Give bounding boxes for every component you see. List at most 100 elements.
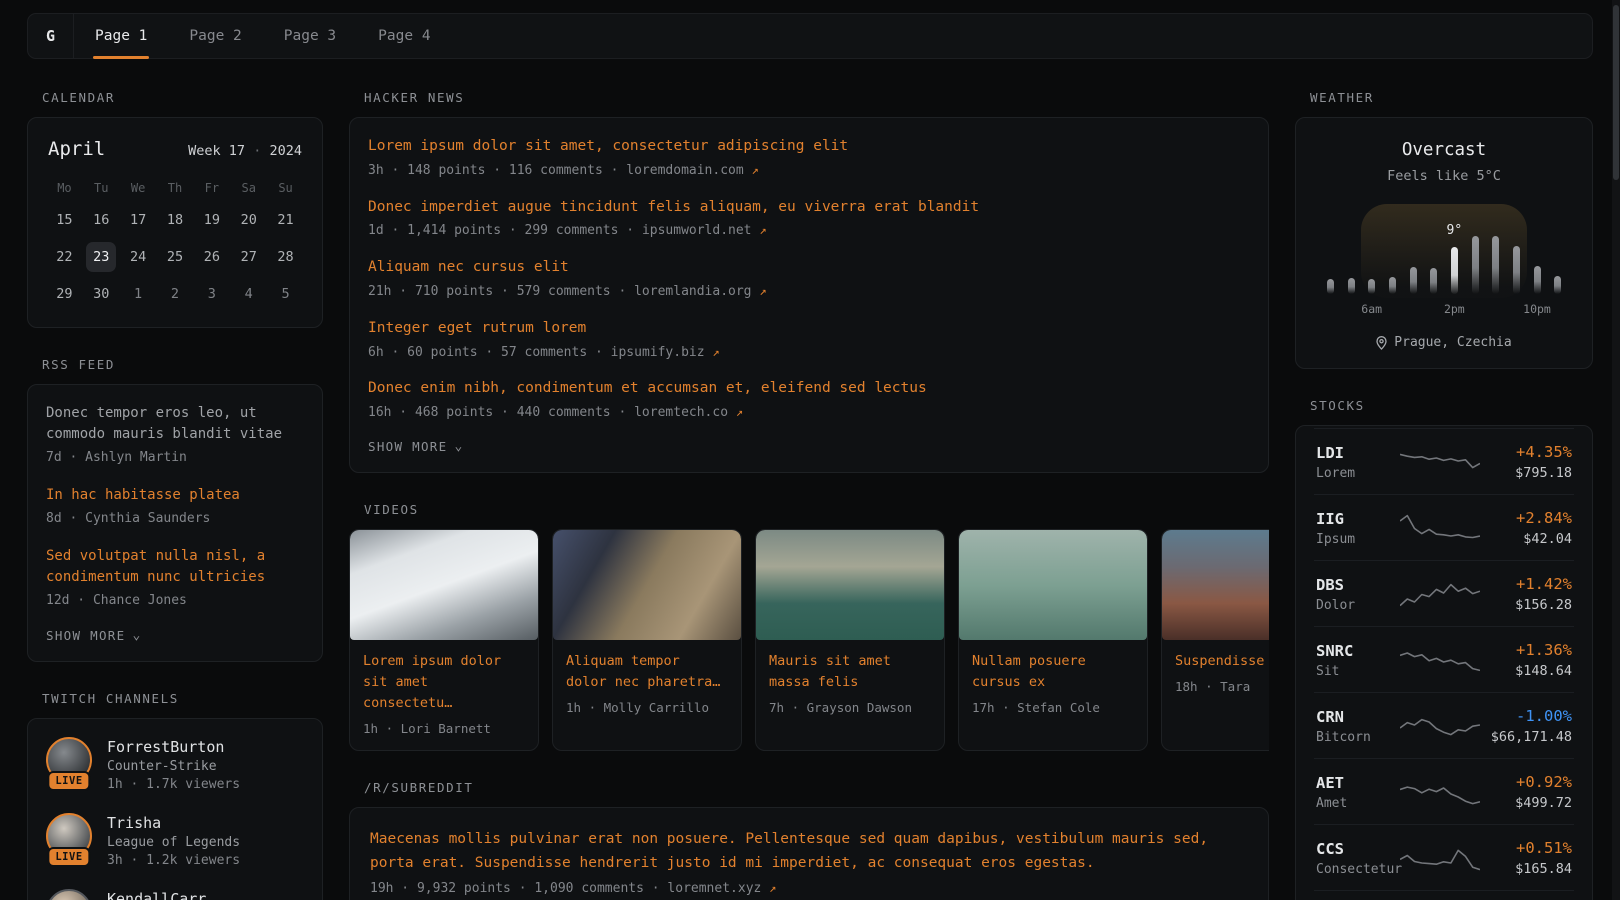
stock-row[interactable]: IIG Ipsum +2.84% $42.04 — [1314, 494, 1574, 560]
video-info: Aliquam tempor dolor nec pharetra… 1h · … — [553, 640, 741, 729]
hn-item-stats: 21h · 710 points · 579 comments · — [368, 284, 634, 299]
video-card[interactable]: Nullam posuere cursus ex 17h · Stefan Co… — [958, 529, 1148, 751]
hn-item-link[interactable]: Lorem ipsum dolor sit amet, consectetur … — [368, 136, 1250, 158]
video-card[interactable]: Suspendisse diam 18h · Tara — [1161, 529, 1269, 751]
page-tab[interactable]: Page 1 — [74, 14, 168, 58]
calendar-day: 16 — [86, 205, 116, 235]
weather-hour-slot — [1361, 279, 1382, 294]
stocks-section: STOCKS LDI Lorem +4.35% $795.18 — [1295, 398, 1593, 900]
calendar-day: 29 — [49, 279, 79, 309]
weather-bar — [1430, 268, 1437, 294]
stock-symbol: IIG — [1316, 510, 1400, 528]
stock-row[interactable]: CCS Consectetur +0.51% $165.84 — [1314, 824, 1574, 890]
hn-item-domain-link[interactable]: loremtech.co ↗ — [634, 405, 743, 420]
hn-item-domain-link[interactable]: loremlandia.org ↗ — [634, 284, 766, 299]
video-thumbnail — [756, 530, 944, 640]
twitch-channel[interactable]: LIVE ForrestBurton Counter-Strike 1h · 1… — [46, 737, 304, 792]
channel-name: ForrestBurton — [107, 738, 240, 756]
show-more-label: SHOW MORE — [46, 628, 125, 643]
stock-symbol: SNRC — [1316, 642, 1400, 660]
hn-item-domain-link[interactable]: ipsumify.biz ↗ — [611, 345, 720, 360]
twitch-channel[interactable]: LIVE KendallCarr — [46, 889, 304, 900]
channel-info: Trisha League of Legends 3h · 1.2k viewe… — [107, 813, 240, 868]
stock-row[interactable]: AHS +0.46% — [1314, 890, 1574, 900]
logo[interactable]: G — [28, 14, 74, 58]
stock-row[interactable]: SNRC Sit +1.36% $148.64 — [1314, 626, 1574, 692]
left-column: CALENDAR April Week 17 · 2024 MoTuWeThFr… — [27, 90, 323, 900]
channel-meta: 1h · 1.7k viewers — [107, 777, 240, 792]
rss-item: Sed volutpat nulla nisl, a condimentum n… — [46, 546, 304, 611]
page-tab[interactable]: Page 3 — [263, 14, 357, 58]
twitch-channel[interactable]: LIVE Trisha League of Legends 3h · 1.2k … — [46, 813, 304, 868]
reddit-post-link[interactable]: Maecenas mollis pulvinar erat non posuer… — [370, 828, 1248, 876]
current-temp-label: 9° — [1447, 223, 1463, 238]
avatar: LIVE — [46, 813, 92, 859]
calendar-day: 26 — [197, 242, 227, 272]
stock-identity: CCS Consectetur — [1316, 840, 1400, 877]
stock-name: Ipsum — [1316, 532, 1400, 547]
hn-item-link[interactable]: Aliquam nec cursus elit — [368, 257, 1250, 279]
stock-row[interactable]: AET Amet +0.92% $499.72 — [1314, 758, 1574, 824]
weather-hour-slot — [1547, 276, 1568, 294]
hn-item-stats: 6h · 60 points · 57 comments · — [368, 345, 611, 360]
external-link-icon: ↗ — [759, 223, 766, 237]
hn-item-link[interactable]: Integer eget rutrum lorem — [368, 318, 1250, 340]
video-meta: 17h · Stefan Cole — [972, 700, 1134, 715]
weekday-label: Mo — [49, 181, 79, 195]
section-title-weather: WEATHER — [1310, 90, 1593, 105]
video-card[interactable]: Aliquam tempor dolor nec pharetra… 1h · … — [552, 529, 742, 751]
hn-item-domain: ipsumify.biz — [611, 345, 705, 360]
stock-name: Bitcorn — [1316, 730, 1400, 745]
hn-item-meta: 1d · 1,414 points · 299 comments · ipsum… — [368, 222, 1250, 241]
main-column: HACKER NEWS Lorem ipsum dolor sit amet, … — [349, 90, 1269, 900]
rss-item-link[interactable]: Sed volutpat nulla nisl, a condimentum n… — [46, 546, 304, 588]
video-thumbnail — [350, 530, 538, 640]
stock-row[interactable]: DBS Dolor +1.42% $156.28 — [1314, 560, 1574, 626]
hn-item: Aliquam nec cursus elit 21h · 710 points… — [368, 257, 1250, 302]
hn-item-link[interactable]: Donec imperdiet augue tincidunt felis al… — [368, 197, 1250, 219]
weather-bar — [1554, 276, 1561, 294]
scrollbar[interactable] — [1612, 0, 1620, 900]
section-title-rss: RSS FEED — [42, 357, 323, 372]
stock-price: $156.28 — [1480, 597, 1572, 613]
reddit-post-domain-link[interactable]: loremnet.xyz ↗ — [667, 881, 776, 896]
page-tab[interactable]: Page 2 — [168, 14, 262, 58]
stock-values: -1.00% $66,171.48 — [1480, 707, 1572, 745]
reddit-post: Maecenas mollis pulvinar erat non posuer… — [370, 828, 1248, 899]
calendar-day: 18 — [160, 205, 190, 235]
weather-hour-slot — [1485, 236, 1506, 294]
video-card[interactable]: Lorem ipsum dolor sit amet consectetu… 1… — [349, 529, 539, 751]
hn-item-domain-link[interactable]: ipsumworld.net ↗ — [642, 223, 767, 238]
stock-identity: CRN Bitcorn — [1316, 708, 1400, 745]
video-title: Nullam posuere cursus ex — [972, 651, 1134, 693]
hn-item-link[interactable]: Donec enim nibh, condimentum et accumsan… — [368, 378, 1250, 400]
calendar-week: Week 17 — [188, 143, 245, 159]
scrollbar-thumb[interactable] — [1613, 5, 1619, 180]
section-title-stocks: STOCKS — [1310, 398, 1593, 413]
rss-item-link[interactable]: In hac habitasse platea — [46, 485, 304, 506]
hacker-news-widget: Lorem ipsum dolor sit amet, consectetur … — [349, 117, 1269, 473]
section-title-subreddit: /R/SUBREDDIT — [364, 780, 1269, 795]
channel-name: KendallCarr — [107, 890, 206, 900]
rss-item-meta: 7d · Ashlyn Martin — [46, 449, 304, 468]
stock-name: Sit — [1316, 664, 1400, 679]
page-tab[interactable]: Page 4 — [357, 14, 451, 58]
hn-item-stats: 16h · 468 points · 440 comments · — [368, 405, 634, 420]
stock-identity: DBS Dolor — [1316, 576, 1400, 613]
rss-item-link[interactable]: Donec tempor eros leo, ut commodo mauris… — [46, 403, 304, 445]
stock-row[interactable]: LDI Lorem +4.35% $795.18 — [1314, 428, 1574, 494]
rss-item-meta: 12d · Chance Jones — [46, 592, 304, 611]
stock-price: $165.84 — [1480, 861, 1572, 877]
stock-sparkline — [1400, 510, 1480, 546]
rss-show-more-button[interactable]: SHOW MORE⌄ — [46, 628, 142, 643]
hn-item-domain-link[interactable]: loremdomain.com ↗ — [626, 163, 758, 178]
stock-change: +0.51% — [1480, 839, 1572, 857]
hn-show-more-button[interactable]: SHOW MORE⌄ — [368, 439, 464, 454]
weather-hour-slot — [1423, 268, 1444, 294]
rss-items: Donec tempor eros leo, ut commodo mauris… — [46, 403, 304, 611]
stock-row[interactable]: CRN Bitcorn -1.00% $66,171.48 — [1314, 692, 1574, 758]
video-card[interactable]: Mauris sit amet massa felis 7h · Grayson… — [755, 529, 945, 751]
stock-change: +1.42% — [1480, 575, 1572, 593]
video-meta: 1h · Lori Barnett — [363, 721, 525, 736]
stock-name: Dolor — [1316, 598, 1400, 613]
